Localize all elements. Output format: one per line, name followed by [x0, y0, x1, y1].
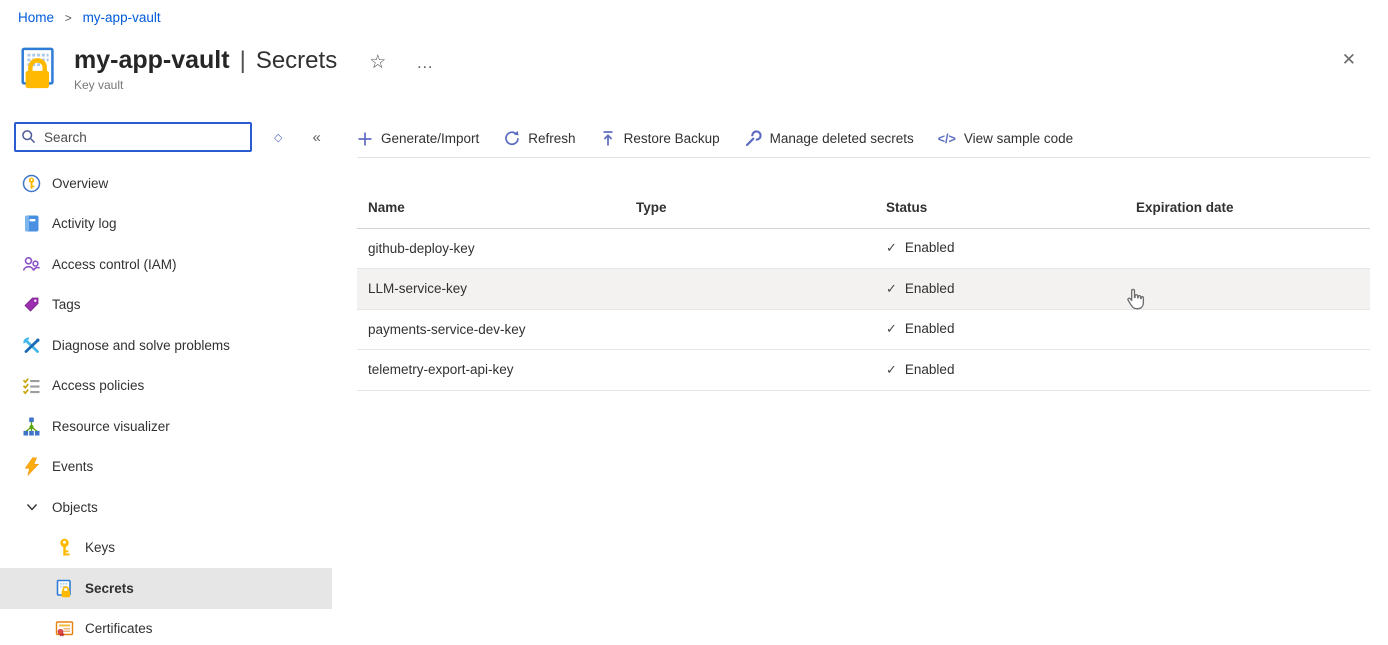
status-text: Enabled	[905, 362, 955, 377]
page-title: my-app-vault	[74, 46, 230, 75]
search-input[interactable]	[14, 122, 252, 152]
column-header-name: Name	[357, 200, 625, 215]
status-text: Enabled	[905, 321, 955, 336]
sidebar-item-certificates[interactable]: Certificates	[0, 609, 332, 645]
button-label: Refresh	[528, 131, 575, 146]
check-icon: ✓	[886, 321, 897, 336]
secret-name: github-deploy-key	[357, 241, 625, 256]
sidebar-item-access-control[interactable]: Access control (IAM)	[0, 244, 332, 285]
sidebar-item-diagnose[interactable]: Diagnose and solve problems	[0, 325, 332, 366]
resize-handle-icon[interactable]: ◇	[274, 131, 282, 144]
refresh-button[interactable]: Refresh	[503, 130, 575, 147]
collapse-menu-icon[interactable]: «	[312, 129, 320, 146]
restore-backup-icon	[600, 130, 616, 147]
sidebar-item-label: Keys	[85, 540, 115, 555]
blade-title: Secrets	[256, 47, 337, 75]
sidebar-item-resource-visualizer[interactable]: Resource visualizer	[0, 406, 332, 447]
overview-icon	[22, 174, 41, 193]
sidebar-item-label: Access policies	[52, 378, 144, 393]
button-label: View sample code	[964, 131, 1073, 146]
resource-type-label: Key vault	[74, 78, 434, 92]
generate-import-button[interactable]: Generate/Import	[357, 131, 479, 147]
breadcrumb-current-link[interactable]: my-app-vault	[83, 10, 161, 25]
status-text: Enabled	[905, 281, 955, 296]
secret-status: ✓ Enabled	[875, 321, 1125, 337]
restore-backup-button[interactable]: Restore Backup	[600, 130, 720, 147]
plus-icon	[357, 131, 373, 147]
sidebar-item-label: Events	[52, 459, 93, 474]
table-row[interactable]: github-deploy-key ✓ Enabled	[357, 229, 1370, 270]
search-icon	[21, 129, 36, 144]
column-header-type: Type	[625, 200, 875, 215]
secret-name: payments-service-dev-key	[357, 322, 625, 337]
secret-status: ✓ Enabled	[875, 281, 1125, 297]
access-policies-icon	[22, 376, 41, 395]
close-blade-icon[interactable]: ✕	[1342, 50, 1356, 70]
refresh-icon	[503, 130, 520, 147]
command-bar: Generate/Import Refresh Restore Backup	[357, 120, 1370, 158]
events-icon	[22, 457, 41, 476]
check-icon: ✓	[886, 281, 897, 296]
sidebar-item-label: Diagnose and solve problems	[52, 338, 230, 353]
manage-deleted-secrets-button[interactable]: Manage deleted secrets	[744, 130, 914, 148]
activity-log-icon	[22, 214, 41, 233]
keys-icon	[55, 538, 74, 557]
check-icon: ✓	[886, 240, 897, 255]
sidebar-item-label: Secrets	[85, 581, 134, 596]
sidebar-item-overview[interactable]: Overview	[0, 163, 332, 204]
sidebar: ◇ « Overview	[0, 120, 332, 154]
sidebar-item-label: Resource visualizer	[52, 419, 170, 434]
button-label: Manage deleted secrets	[770, 131, 914, 146]
sidebar-item-label: Activity log	[52, 216, 117, 231]
sidebar-group-label: Objects	[52, 500, 98, 515]
sidebar-item-label: Access control (IAM)	[52, 257, 177, 272]
secrets-table: Name Type Status Expiration date github-…	[357, 188, 1370, 391]
page-header: my-app-vault | Secrets ☆ … Key vault	[16, 44, 434, 92]
check-icon: ✓	[886, 362, 897, 377]
sidebar-item-keys[interactable]: Keys	[0, 528, 332, 569]
table-header-row: Name Type Status Expiration date	[357, 188, 1370, 229]
sidebar-item-tags[interactable]: Tags	[0, 285, 332, 326]
wrench-icon	[744, 130, 762, 148]
certificates-icon	[55, 619, 74, 638]
button-label: Restore Backup	[624, 131, 720, 146]
tags-icon	[22, 295, 41, 314]
breadcrumb-separator: >	[65, 11, 72, 25]
breadcrumb: Home > my-app-vault	[18, 10, 161, 25]
secret-status: ✓ Enabled	[875, 240, 1125, 256]
sidebar-item-activity-log[interactable]: Activity log	[0, 204, 332, 245]
sidebar-item-events[interactable]: Events	[0, 447, 332, 488]
column-header-expiration: Expiration date	[1125, 200, 1370, 215]
sidebar-item-secrets[interactable]: Secrets	[0, 568, 332, 609]
secret-name: LLM-service-key	[357, 281, 625, 296]
main-content: Generate/Import Refresh Restore Backup	[357, 120, 1370, 391]
status-text: Enabled	[905, 240, 955, 255]
secret-name: telemetry-export-api-key	[357, 362, 625, 377]
key-vault-icon	[16, 46, 62, 92]
view-sample-code-button[interactable]: </> View sample code	[938, 131, 1073, 146]
favorite-star-icon[interactable]: ☆	[369, 51, 386, 74]
sidebar-group-objects[interactable]: Objects	[0, 487, 332, 528]
sidebar-item-label: Tags	[52, 297, 81, 312]
title-divider: |	[240, 47, 246, 75]
sidebar-item-label: Overview	[52, 176, 108, 191]
chevron-down-icon	[22, 498, 41, 517]
secret-status: ✓ Enabled	[875, 362, 1125, 378]
sidebar-item-label: Certificates	[85, 621, 153, 636]
button-label: Generate/Import	[381, 131, 479, 146]
access-control-icon	[22, 255, 41, 274]
resource-visualizer-icon	[22, 417, 41, 436]
code-icon: </>	[938, 132, 956, 146]
table-row[interactable]: payments-service-dev-key ✓ Enabled	[357, 310, 1370, 351]
sidebar-item-access-policies[interactable]: Access policies	[0, 366, 332, 407]
diagnose-icon	[22, 336, 41, 355]
table-row[interactable]: LLM-service-key ✓ Enabled	[357, 269, 1370, 310]
breadcrumb-home-link[interactable]: Home	[18, 10, 54, 25]
more-options-icon[interactable]: …	[416, 53, 434, 73]
secrets-icon	[55, 579, 74, 598]
column-header-status: Status	[875, 200, 1125, 215]
table-row[interactable]: telemetry-export-api-key ✓ Enabled	[357, 350, 1370, 391]
